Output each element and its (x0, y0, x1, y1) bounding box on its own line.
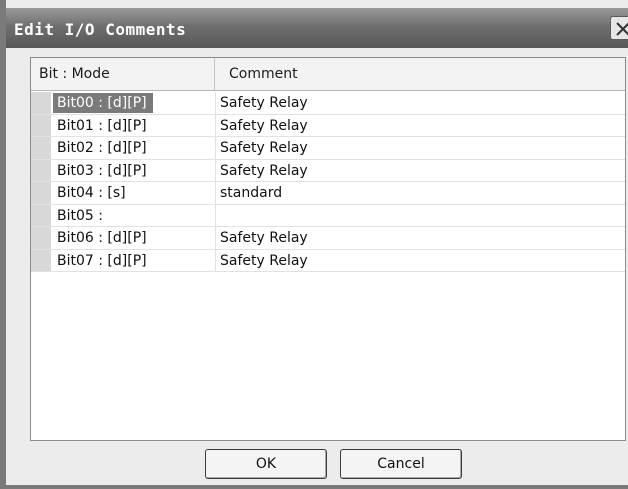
io-comments-list[interactable]: Bit : Mode Comment Bit00 : [d][P] Safety … (30, 57, 626, 441)
column-header-comment[interactable]: Comment (216, 58, 625, 90)
row-gutter (31, 204, 51, 226)
close-button[interactable] (610, 16, 628, 40)
list-rows: Bit00 : [d][P] Safety Relay Bit01 : [d][P]… (31, 92, 625, 272)
close-icon (616, 22, 628, 36)
list-item[interactable]: Bit06 : [d][P] Safety Relay (31, 227, 625, 250)
list-item[interactable]: Bit03 : [d][P] Safety Relay (31, 159, 625, 182)
row-gutter (31, 114, 51, 136)
column-header-bit-mode[interactable]: Bit : Mode (31, 58, 215, 90)
list-item[interactable]: Bit07 : [d][P] Safety Relay (31, 249, 625, 272)
list-item[interactable]: Bit01 : [d][P] Safety Relay (31, 114, 625, 137)
comment-cell[interactable]: Safety Relay (216, 160, 308, 182)
row-gutter (31, 137, 51, 159)
bit-mode-cell[interactable]: Bit03 : [d][P] (53, 161, 153, 181)
list-item[interactable]: Bit05 : (31, 204, 625, 227)
list-item[interactable]: Bit04 : [s] standard (31, 182, 625, 205)
bit-mode-cell[interactable]: Bit01 : [d][P] (53, 116, 153, 136)
row-gutter (31, 92, 51, 114)
row-gutter (31, 249, 51, 271)
cancel-button[interactable]: Cancel (340, 449, 462, 479)
comment-cell[interactable]: Safety Relay (216, 250, 308, 272)
comment-cell[interactable]: Safety Relay (216, 92, 308, 114)
bit-mode-cell[interactable]: Bit00 : [d][P] (53, 93, 153, 113)
bit-mode-cell[interactable]: Bit04 : [s] (53, 183, 132, 203)
comment-cell[interactable] (216, 205, 220, 227)
dialog-title: Edit I/O Comments (14, 20, 187, 39)
list-header: Bit : Mode Comment (31, 58, 625, 91)
row-gutter (31, 227, 51, 249)
bit-mode-cell[interactable]: Bit06 : [d][P] (53, 228, 153, 248)
bit-mode-cell[interactable]: Bit05 : (53, 206, 109, 226)
list-item[interactable]: Bit00 : [d][P] Safety Relay (31, 92, 625, 115)
bit-mode-cell[interactable]: Bit02 : [d][P] (53, 138, 153, 158)
edit-io-comments-dialog: Edit I/O Comments Bit : Mode Comment Bit… (0, 0, 628, 489)
comment-cell[interactable]: Safety Relay (216, 227, 308, 249)
list-item[interactable]: Bit02 : [d][P] Safety Relay (31, 137, 625, 160)
row-gutter (31, 159, 51, 181)
bit-mode-cell[interactable]: Bit07 : [d][P] (53, 251, 153, 271)
ok-button[interactable]: OK (205, 449, 327, 479)
title-bar[interactable]: Edit I/O Comments (6, 8, 628, 48)
comment-cell[interactable]: Safety Relay (216, 137, 308, 159)
comment-cell[interactable]: standard (216, 182, 282, 204)
row-gutter (31, 182, 51, 204)
comment-cell[interactable]: Safety Relay (216, 115, 308, 137)
